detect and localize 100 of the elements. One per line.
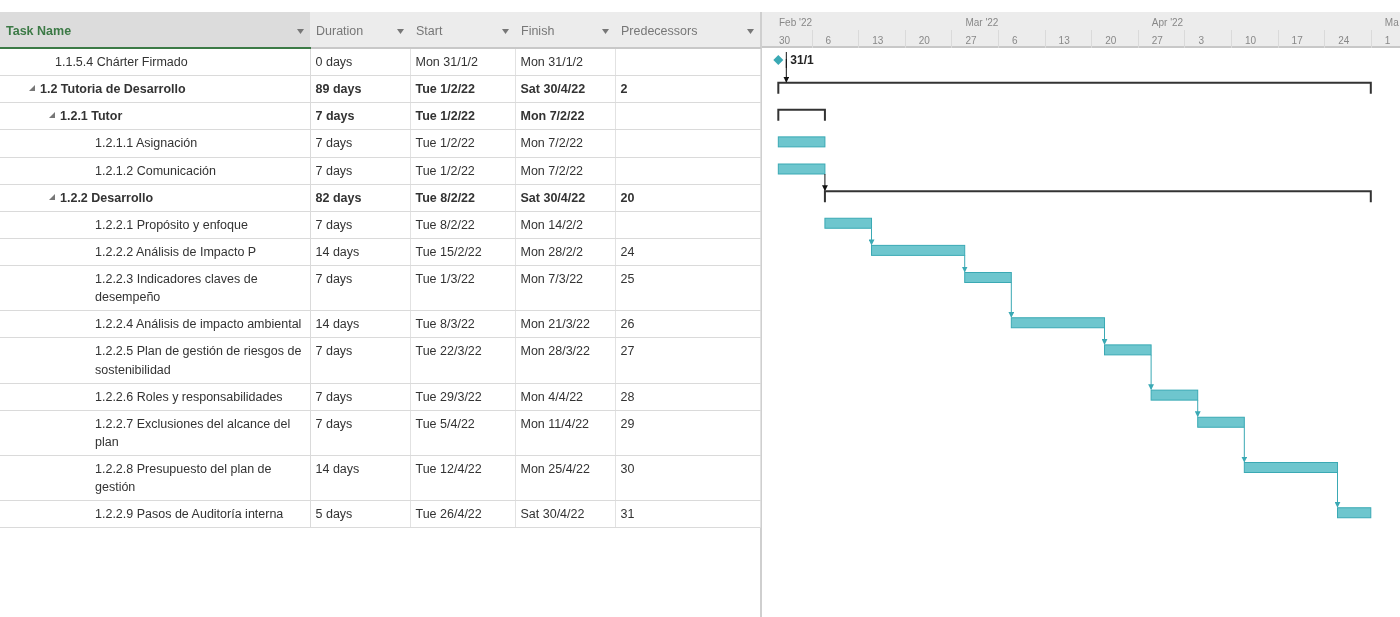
finish-value: Mon 14/2/2 xyxy=(520,217,584,232)
finish-value: Sat 30/4/22 xyxy=(520,507,585,522)
task-bar xyxy=(964,272,1012,283)
duration-value: 7 days xyxy=(315,136,353,151)
milestone-date: 31/1 xyxy=(790,53,814,67)
duration-value: 7 days xyxy=(315,344,353,359)
duration-value: 0 days xyxy=(315,55,353,69)
predecessors-value: 31 xyxy=(620,507,635,522)
task-name: 1.2.1.2 Comunicación xyxy=(95,162,216,180)
predecessors-value: 30 xyxy=(620,462,635,476)
start-value: Tue 29/3/22 xyxy=(415,389,482,404)
task-name: 1.2.2.8 Presupuesto del plan de gestión xyxy=(95,461,273,497)
week-label: 1 xyxy=(1384,34,1391,48)
finish-value: Mon 7/3/22 xyxy=(520,272,584,286)
week-label: 13 xyxy=(1058,34,1070,48)
week-label: 6 xyxy=(1012,34,1018,48)
dropdown-icon[interactable] xyxy=(747,29,754,35)
dropdown-icon[interactable] xyxy=(602,29,609,35)
dropdown-icon[interactable] xyxy=(502,29,509,35)
task-bar xyxy=(1197,416,1245,428)
week-label: 13 xyxy=(872,34,884,48)
dropdown-icon[interactable] xyxy=(397,29,404,35)
collapse-icon[interactable] xyxy=(27,84,37,93)
start-value: Tue 1/2/22 xyxy=(415,82,476,97)
month-label: Ma xyxy=(1384,16,1399,30)
column-header[interactable]: Start xyxy=(410,12,515,48)
week-label: 20 xyxy=(918,34,930,48)
task-name: 1.2.2.1 Propósito y enfoque xyxy=(95,216,248,234)
finish-value: Mon 4/4/22 xyxy=(520,389,584,404)
start-value: Tue 1/2/22 xyxy=(415,136,475,151)
task-bar xyxy=(777,163,826,175)
predecessors-value: 28 xyxy=(620,389,635,404)
finish-value: Mon 25/4/22 xyxy=(520,462,590,476)
week-label: 30 xyxy=(779,34,791,48)
finish-value: Mon 21/3/22 xyxy=(520,317,590,332)
summary-bar xyxy=(777,108,826,122)
duration-value: 7 days xyxy=(315,389,353,404)
task-name: 1.1.5.4 Chárter Firmado xyxy=(55,54,188,71)
finish-value: Mon 7/2/22 xyxy=(520,109,585,124)
start-value: Tue 15/2/22 xyxy=(415,244,482,259)
predecessors-value: 27 xyxy=(620,344,635,359)
column-header[interactable]: Finish xyxy=(515,12,615,48)
duration-value: 7 days xyxy=(315,416,353,431)
task-name: 1.2.2.7 Exclusiones del alcance del plan xyxy=(95,415,292,451)
task-name: 1.2.2.2 Análisis de Impacto P xyxy=(95,243,257,261)
task-bar xyxy=(1337,507,1372,519)
start-value: Tue 8/2/22 xyxy=(415,217,475,232)
start-value: Tue 8/2/22 xyxy=(415,190,476,205)
predecessors-value: 25 xyxy=(620,272,635,286)
task-bar xyxy=(1150,389,1199,401)
task-name: 1.2.2.5 Plan de gestión de riesgos de sostenibilidad xyxy=(95,343,303,379)
task-name: 1.2.1.1 Asignación xyxy=(95,135,198,153)
task-name: 1.2 Tutoria de Desarrollo xyxy=(40,81,186,99)
month-label: Mar '22 xyxy=(965,16,999,30)
start-value: Tue 8/3/22 xyxy=(415,317,475,332)
task-name: 1.2.2.3 Indicadores claves de desempeño xyxy=(95,271,259,307)
duration-value: 82 days xyxy=(315,190,362,205)
finish-value: Mon 28/2/2 xyxy=(520,244,584,259)
start-value: Tue 26/4/22 xyxy=(415,507,482,522)
month-label: Apr '22 xyxy=(1151,16,1184,30)
finish-value: Sat 30/4/22 xyxy=(520,190,586,205)
task-name: 1.2.1 Tutor xyxy=(60,108,123,126)
duration-value: 14 days xyxy=(315,317,360,332)
start-value: Tue 1/3/22 xyxy=(415,272,475,286)
week-label: 6 xyxy=(825,34,832,48)
duration-value: 7 days xyxy=(315,217,353,232)
week-label: 17 xyxy=(1291,34,1303,48)
week-label: 3 xyxy=(1198,34,1204,48)
dropdown-icon[interactable] xyxy=(297,29,304,35)
column-header[interactable]: Duration xyxy=(310,12,410,48)
milestone-marker xyxy=(773,55,784,65)
task-bar xyxy=(1104,344,1152,356)
start-value: Tue 12/4/22 xyxy=(415,462,482,476)
duration-value: 5 days xyxy=(315,507,353,522)
duration-value: 7 days xyxy=(315,109,355,124)
dependency-arrow xyxy=(868,227,875,246)
dependency-arrow xyxy=(1101,327,1108,345)
task-bar xyxy=(824,217,872,229)
week-label: 24 xyxy=(1338,34,1350,48)
duration-value: 14 days xyxy=(315,244,360,259)
column-header[interactable]: Predecessors xyxy=(615,12,760,48)
finish-value: Mon 7/2/22 xyxy=(520,163,584,178)
predecessors-value: 2 xyxy=(620,82,628,97)
predecessors-value: 20 xyxy=(620,190,635,205)
dependency-arrow xyxy=(1008,282,1015,318)
dependency-arrow xyxy=(1241,426,1248,463)
collapse-icon[interactable] xyxy=(47,111,57,120)
duration-value: 7 days xyxy=(315,163,353,178)
finish-value: Mon 31/1/2 xyxy=(520,55,584,69)
month-label: Feb '22 xyxy=(779,16,813,30)
finish-value: Mon 7/2/22 xyxy=(520,136,584,151)
duration-value: 14 days xyxy=(315,462,360,476)
column-header[interactable]: Task Name xyxy=(0,12,310,48)
dependency-arrow xyxy=(821,173,828,192)
dependency-arrow xyxy=(1148,354,1155,391)
week-label: 10 xyxy=(1245,34,1257,48)
collapse-icon[interactable] xyxy=(47,192,57,201)
predecessors-value: 26 xyxy=(620,317,635,332)
finish-value: Mon 28/3/22 xyxy=(520,344,590,359)
start-value: Mon 31/1/2 xyxy=(415,55,479,69)
